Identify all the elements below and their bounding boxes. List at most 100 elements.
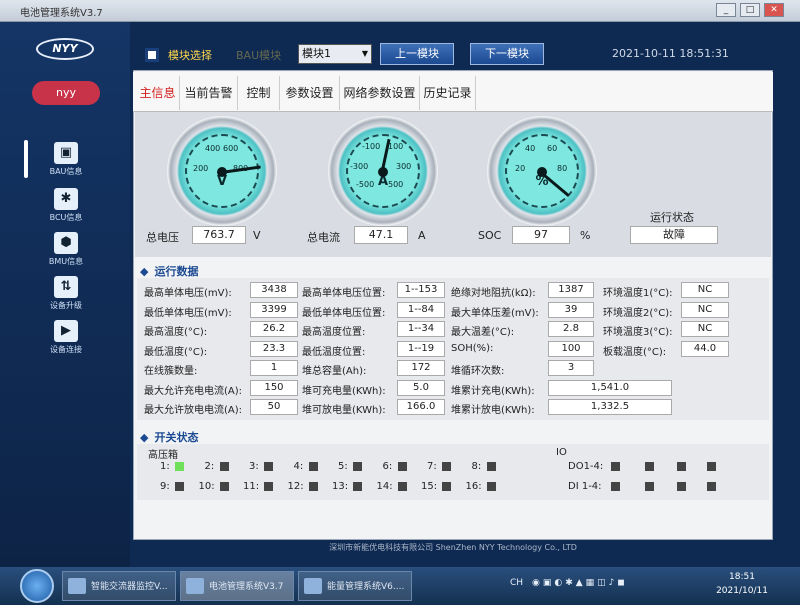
gauge-tick: 100 [388,142,404,151]
current-value: 47.1 [354,226,408,244]
io-indicator [677,462,686,471]
task-label: 能量管理系统V6.... [327,582,405,592]
run-data-value: 3399 [250,301,298,318]
taskbar-item-ems[interactable]: 能量管理系统V6.... [298,571,412,601]
next-module-button[interactable]: 下一模块 [470,43,544,65]
tab-5[interactable]: 历史记录 [420,76,476,110]
run-data-label: 最大允许放电电流(A): [144,405,243,416]
soc-gauge: 40 60 20 80 % [487,116,597,226]
run-data-value: 1387 [548,282,594,298]
maximize-button[interactable]: □ [740,3,760,17]
tab-4[interactable]: 网络参数设置 [340,76,420,110]
hv-switch-indicator [175,462,184,471]
run-data-value: 150 [250,379,298,396]
run-data-label: 最高温度(°C): [144,327,208,338]
run-data-value: 23.3 [250,340,298,357]
tab-2[interactable]: 控制 [238,76,280,110]
io-indicator [645,482,654,491]
sidebar-item-label: 设备连接 [50,345,82,354]
run-data-label: 绝缘对地阻抗(kΩ): [451,288,536,299]
voltage-gauge: 400 600 200 800 V [167,116,277,226]
hv-switch-indicator [353,482,362,491]
run-data-label: 堆累计放电(KWh): [451,405,535,416]
run-data-label: 最大温差(°C): [451,327,515,338]
chevron-down-icon: ▼ [361,49,368,58]
run-data-label: 堆循环次数: [451,366,505,377]
hv-switch-label: 14: [376,481,393,492]
gauge-tick: 40 [525,144,536,153]
hv-switch-label: 5: [338,461,348,472]
hv-switch-indicator [442,482,451,491]
gauge-tick: 200 [193,164,209,173]
sidebar-item-1[interactable]: ✱ BCU信息 [46,188,86,223]
run-data-value: 44.0 [681,340,729,357]
sidebar-item-0[interactable]: ▣ BAU信息 [24,140,86,178]
gauge-tick: 60 [547,144,558,153]
footer-company: 深圳市新能优电科技有限公司 ShenZhen NYY Technology Co… [133,541,773,555]
window-title: 电池管理系统V3.7 [20,8,103,19]
hv-switch-label: 11: [243,481,260,492]
do-label: DO1-4: [568,461,604,472]
soc-label: SOC [478,229,502,242]
hv-switch-label: 1: [160,461,170,472]
status-label: 运行状态 [650,211,694,224]
gauge-tick: -100 [362,142,381,151]
run-data-value: 5.0 [397,379,445,396]
hv-switch-indicator [219,462,229,471]
hv-switch-label: 7: [427,461,437,472]
hv-switch-label: 4: [293,461,304,472]
sidebar-item-3[interactable]: ⇅ 设备升级 [46,276,86,311]
run-data-label: 最大单体压差(mV): [451,307,539,319]
sidebar-item-4[interactable]: ▶ 设备连接 [46,320,86,355]
hv-switch-label: 10: [198,481,215,492]
sidebar-item-2[interactable]: ⬢ BMU信息 [46,232,86,267]
taskbar-item-ac-monitor[interactable]: 智能交流器监控V... [62,571,176,601]
prev-module-button[interactable]: 上一模块 [380,43,454,65]
voltage-unit: V [253,229,261,242]
module-icon [145,48,159,62]
hv-switch-indicator [219,482,229,491]
current-label: 总电流 [307,231,340,244]
gauge-tick: 300 [396,162,412,171]
io-label: IO [556,447,567,458]
run-data-value: 1--153 [397,282,445,298]
run-data-label: 最大允许充电电流(A): [144,385,243,397]
hv-switch-indicator [175,482,184,491]
run-data-value: NC [681,282,729,298]
hv-switch-indicator [486,482,496,491]
start-button[interactable] [20,569,54,603]
clock-time: 18:51 [729,572,755,582]
language-indicator[interactable]: CH [510,578,523,588]
run-data-value: 1--19 [397,340,445,357]
tab-3[interactable]: 参数设置 [280,76,340,110]
taskbar-clock[interactable]: 18:51 2021/10/11 [704,570,780,598]
gauge-tick: 400 [205,144,221,153]
task-label: 电池管理系统V3.7 [209,582,284,592]
run-data-value: 1--84 [397,301,445,318]
run-data-value: 1,541.0 [548,379,672,396]
minimize-button[interactable]: _ [716,3,736,17]
user-badge[interactable]: nyy [32,81,100,105]
cube-icon: ▣ [54,142,78,164]
upgrade-arrows-icon: ⇅ [54,276,78,298]
run-data-value: 1,332.5 [548,399,672,415]
current-gauge: -100 100 -300 300 -500 500 A [328,116,438,226]
hv-switch-indicator [442,462,451,471]
gauge-tick: 600 [223,144,239,153]
sidebar-item-label: BAU信息 [49,167,83,176]
tab-1[interactable]: 当前告警 [180,76,238,110]
close-button[interactable]: ✕ [764,3,784,17]
run-data-value: 26.2 [250,321,298,337]
tab-0[interactable]: 主信息 [136,76,180,110]
taskbar-item-bms[interactable]: 电池管理系统V3.7 [180,571,294,601]
tray-icons[interactable]: ◉▣◐✱▲▦◫♪◼ [532,578,628,588]
run-data-label: 板载温度(°C): [603,346,667,358]
gauge-tick: 80 [557,164,568,173]
module-select[interactable]: 模块1 ▼ [298,44,372,64]
io-indicator [677,482,686,491]
task-label: 智能交流器监控V... [91,582,168,592]
run-data-label: 最低单体电压(mV): [144,307,232,319]
run-data-value: 172 [397,360,445,376]
run-data-value: NC [681,301,729,318]
run-data-label: 堆累计充电(KWh): [451,385,535,397]
